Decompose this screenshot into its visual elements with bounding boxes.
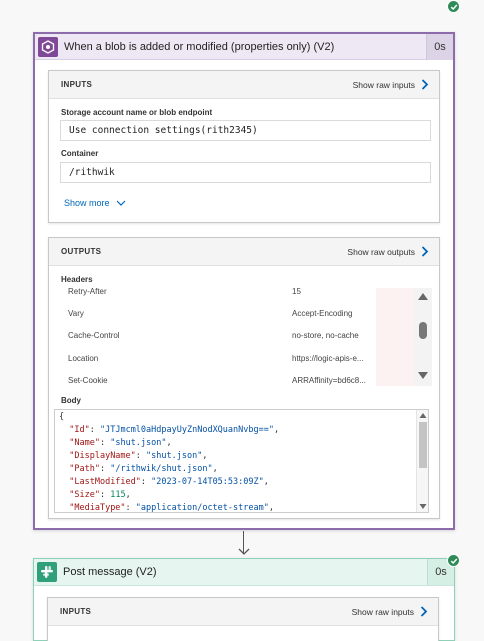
chevron-right-icon xyxy=(421,246,429,257)
body-scrollbar[interactable] xyxy=(416,410,428,512)
headers-label: Headers xyxy=(61,275,93,284)
storage-account-field: Use connection settings(rith2345) xyxy=(60,120,431,141)
scroll-thumb[interactable] xyxy=(419,322,427,339)
show-more-link[interactable]: Show more xyxy=(64,198,126,208)
json-line: "Id": "JTJmcml0aHdpayUyZnNodXQuanNvbg=="… xyxy=(69,425,280,435)
storage-account-label: Storage account name or blob endpoint xyxy=(61,108,213,117)
scroll-up-icon[interactable] xyxy=(419,413,427,418)
json-line: "Name": "shut.json", xyxy=(69,438,172,448)
body-label: Body xyxy=(61,396,81,405)
header-value: 15 xyxy=(292,288,301,296)
show-raw-inputs-label: Show raw inputs xyxy=(352,79,415,90)
arrow-down-icon xyxy=(238,548,250,555)
chevron-right-icon xyxy=(420,606,428,617)
scroll-down-icon[interactable] xyxy=(418,372,428,379)
chevron-right-icon xyxy=(421,79,429,90)
trigger-success-icon xyxy=(447,0,460,13)
trigger-duration: 0s xyxy=(426,33,453,60)
trigger-inputs-panel: INPUTS Show raw inputs Storage account n… xyxy=(48,70,440,223)
container-field: /rithwik xyxy=(60,162,431,183)
outputs-title: OUTPUTS xyxy=(61,247,102,256)
json-open-brace: { xyxy=(59,412,65,422)
body-json-viewer[interactable]: { "Id": "JTJmcml0aHdpayUyZnNodXQuanNvbg=… xyxy=(54,409,429,513)
json-line: "MediaType": "application/octet-stream", xyxy=(69,503,274,513)
blob-storage-icon xyxy=(38,36,58,57)
trigger-card-header[interactable]: When a blob is added or modified (proper… xyxy=(35,33,453,60)
chevron-down-icon xyxy=(116,200,125,206)
outputs-header: OUTPUTS Show raw outputs xyxy=(49,238,439,266)
json-line: "Size": 115, xyxy=(69,490,131,500)
action-card[interactable]: Post message (V2) 0s INPUTS Show raw inp… xyxy=(33,558,455,641)
json-line: "LastModified": "2023-07-14T05:53:09Z", xyxy=(69,477,269,487)
trigger-title: When a blob is added or modified (proper… xyxy=(64,40,335,53)
container-label: Container xyxy=(61,149,99,158)
trigger-outputs-panel: OUTPUTS Show raw outputs Headers Retry-A… xyxy=(48,237,440,519)
action-title: Post message (V2) xyxy=(63,566,157,578)
trigger-card[interactable]: When a blob is added or modified (proper… xyxy=(33,32,455,530)
show-more-label: Show more xyxy=(64,198,110,208)
header-value: https://logic-apis-e... xyxy=(292,354,364,363)
scroll-down-icon[interactable] xyxy=(419,504,427,509)
headers-table[interactable]: Retry-After 15 Vary Accept-Encoding Cach… xyxy=(50,288,376,386)
show-raw-outputs-label: Show raw outputs xyxy=(347,246,415,257)
header-key: Cache-Control xyxy=(68,331,120,340)
show-raw-outputs-button[interactable]: Show raw outputs xyxy=(347,246,429,257)
header-key: Vary xyxy=(68,309,84,318)
slack-icon xyxy=(37,562,57,582)
inputs-title: INPUTS xyxy=(61,80,93,89)
action-inputs-header: INPUTS Show raw inputs xyxy=(48,598,438,626)
action-show-raw-inputs-label: Show raw inputs xyxy=(351,606,414,617)
action-show-raw-inputs-button[interactable]: Show raw inputs xyxy=(352,606,428,617)
json-line: "DisplayName": "shut.json", xyxy=(69,451,208,461)
header-key: Retry-After xyxy=(68,288,107,296)
header-value: no-store, no-cache xyxy=(292,331,359,340)
action-inputs-title: INPUTS xyxy=(60,607,92,616)
action-success-icon xyxy=(447,554,460,567)
header-key: Location xyxy=(68,354,99,363)
run-history-canvas: When a blob is added or modified (proper… xyxy=(0,0,484,641)
action-card-header[interactable]: Post message (V2) 0s xyxy=(34,559,454,586)
action-inputs-panel: INPUTS Show raw inputs xyxy=(47,597,439,641)
header-key: Set-Cookie xyxy=(68,376,108,385)
show-raw-inputs-button[interactable]: Show raw inputs xyxy=(353,79,429,90)
json-line: "Path": "/rithwik/shut.json", xyxy=(69,464,218,474)
header-value: Accept-Encoding xyxy=(292,309,353,318)
header-value: ARRAffinity=bd6c8... xyxy=(292,376,366,385)
scroll-up-icon[interactable] xyxy=(418,293,428,300)
scroll-thumb[interactable] xyxy=(419,422,427,468)
headers-scrollbar[interactable] xyxy=(414,288,432,386)
inputs-header: INPUTS Show raw inputs xyxy=(49,71,439,99)
